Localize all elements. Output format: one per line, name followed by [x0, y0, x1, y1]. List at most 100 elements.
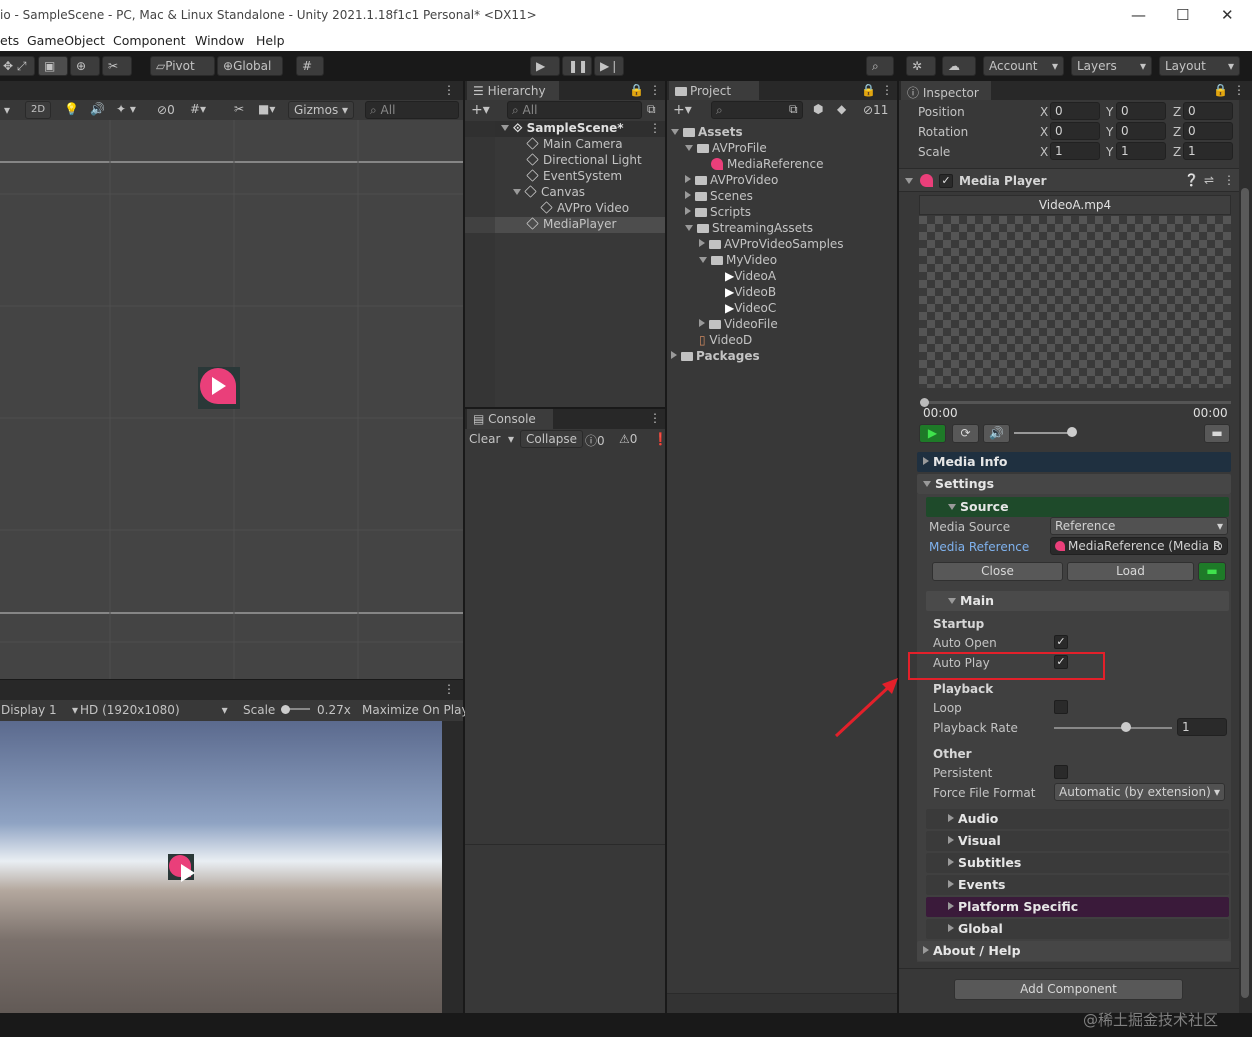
project-item-avprofile[interactable]: AVProFile [685, 141, 767, 155]
search-icon[interactable]: ⌕ [866, 56, 894, 76]
menu-window[interactable]: Window [195, 33, 244, 48]
scene-view[interactable] [0, 120, 463, 679]
lock-icon[interactable]: 🔒 [861, 83, 876, 97]
play-icon[interactable]: ▶ [919, 424, 946, 443]
platform-specific-section[interactable]: Platform Specific [926, 897, 1229, 917]
warning-filter[interactable]: ⚠0 [619, 432, 637, 446]
more-icon[interactable]: ⋮ [443, 682, 455, 696]
play-button[interactable]: ▶ [530, 56, 560, 76]
label-filter-icon[interactable]: ◆ [837, 102, 846, 116]
project-item-scenes[interactable]: Scenes [685, 189, 753, 203]
hierarchy-item-eventsystem[interactable]: EventSystem [526, 169, 622, 183]
game-view[interactable] [0, 721, 442, 1013]
hierarchy-item-directional-light[interactable]: Directional Light [526, 153, 642, 167]
more-icon[interactable]: ⋮ [649, 411, 661, 425]
hidden-packages-icon[interactable]: ⊘11 [863, 103, 888, 117]
menu-gameobject[interactable]: GameObject [27, 33, 105, 48]
menu-component[interactable]: Component [113, 33, 186, 48]
volume-slider[interactable] [1014, 432, 1072, 434]
media-info-section[interactable]: Media Info [917, 452, 1231, 472]
playback-rate-slider[interactable] [1054, 727, 1172, 729]
type-filter-icon[interactable]: ⬢ [813, 102, 823, 116]
persistent-checkbox[interactable] [1054, 765, 1068, 779]
tools-icon[interactable]: ✂ [234, 102, 244, 116]
cloud-icon[interactable]: ☁ [942, 56, 976, 76]
force-file-format-dropdown[interactable]: Automatic (by extension) ▾ [1054, 783, 1225, 801]
settings-section[interactable]: Settings [917, 474, 1231, 494]
tab-project[interactable]: Project [669, 81, 759, 101]
load-button[interactable]: Load [1067, 562, 1194, 581]
loop-icon[interactable]: ⟳ [952, 424, 979, 443]
filter-icon[interactable]: ⧉ [647, 102, 656, 117]
menu-assets[interactable]: ets [0, 33, 19, 48]
step-button[interactable]: ▶❘ [594, 56, 624, 76]
source-section[interactable]: Source [926, 497, 1229, 517]
component-enabled-checkbox[interactable]: ✓ [939, 174, 953, 188]
project-item-myvideo[interactable]: MyVideo [699, 253, 777, 267]
media-reference-field[interactable]: MediaReference (Media R ⊙ [1050, 537, 1228, 555]
hierarchy-item-main-camera[interactable]: Main Camera [526, 137, 623, 151]
volume-slider-thumb[interactable] [1067, 427, 1077, 437]
lighting-icon[interactable]: 💡 [64, 102, 79, 116]
subtitles-section[interactable]: Subtitles [926, 853, 1229, 873]
position-z-field[interactable]: 0 [1183, 102, 1233, 120]
global-section[interactable]: Global [926, 919, 1229, 939]
close-button[interactable]: Close [932, 562, 1063, 581]
playback-rate-thumb[interactable] [1121, 722, 1131, 732]
inspector-scrollbar[interactable] [1239, 100, 1252, 1013]
pivot-toggle[interactable]: ▱Pivot [150, 56, 215, 76]
more-icon[interactable]: ⋮ [881, 83, 893, 97]
collab-icon[interactable]: ✲ [906, 56, 936, 76]
position-y-field[interactable]: 0 [1116, 102, 1166, 120]
resolution-dropdown[interactable]: HD (1920x1080) ▾ [80, 703, 228, 717]
grid-snap-icon[interactable]: # [296, 56, 324, 76]
open-folder-icon[interactable]: ▬ [1204, 424, 1230, 443]
account-dropdown[interactable]: Account ▾ [983, 56, 1064, 76]
project-item-streamingassets[interactable]: StreamingAssets [685, 221, 813, 235]
menu-help[interactable]: Help [256, 33, 285, 48]
object-picker-icon[interactable]: ⊙ [1213, 538, 1223, 554]
timeline-track[interactable] [921, 401, 1231, 404]
move-tool-icon[interactable]: ✥ ⤢ [0, 56, 35, 76]
minimize-button[interactable]: — [1131, 6, 1146, 24]
playback-rate-field[interactable]: 1 [1177, 718, 1227, 736]
volume-icon[interactable]: 🔊 [983, 424, 1010, 443]
scale-z-field[interactable]: 1 [1183, 142, 1233, 160]
scrollbar-thumb[interactable] [1241, 188, 1249, 998]
project-item-packages[interactable]: Packages [671, 349, 760, 363]
layers-dropdown[interactable]: Layers ▾ [1071, 56, 1152, 76]
hierarchy-item-mediaplayer[interactable]: MediaPlayer [465, 217, 665, 233]
project-item-avprovideosamples[interactable]: AVProVideoSamples [699, 237, 844, 251]
draw-mode-dropdown[interactable]: ▾ [4, 103, 10, 117]
audio-section[interactable]: Audio [926, 809, 1229, 829]
rotation-z-field[interactable]: 0 [1183, 122, 1233, 140]
hierarchy-item-canvas[interactable]: Canvas [513, 185, 585, 199]
tab-inspector[interactable]: ⓘ Inspector [901, 81, 991, 101]
rotation-y-field[interactable]: 0 [1116, 122, 1166, 140]
more-icon[interactable]: ⋮ [443, 83, 455, 97]
position-x-field[interactable]: 0 [1050, 102, 1100, 120]
project-item-videoc[interactable]: ▶VideoC [725, 301, 776, 315]
help-icon[interactable]: ❔ [1184, 173, 1199, 187]
add-object-button[interactable]: +▾ [471, 102, 490, 118]
project-item-videob[interactable]: ▶VideoB [725, 285, 776, 299]
search-filter-icon[interactable]: ⧉ [789, 102, 798, 117]
scene-search-input[interactable]: ⌕ All [365, 101, 459, 119]
rect-tool-icon[interactable]: ▣ [38, 56, 68, 76]
effects-icon[interactable]: ✦ ▾ [116, 102, 136, 116]
scene-row[interactable]: ⟐ SampleScene* ⋮ [465, 121, 665, 137]
clear-button[interactable]: Clear ▾ [469, 432, 514, 446]
maximize-on-play-toggle[interactable]: Maximize On Play [362, 703, 469, 717]
project-item-videofile[interactable]: VideoFile [699, 317, 778, 331]
more-icon[interactable]: ⋮ [1223, 173, 1235, 187]
global-toggle[interactable]: ⊕Global [217, 56, 283, 76]
visual-section[interactable]: Visual [926, 831, 1229, 851]
tab-hierarchy[interactable]: ☰ Hierarchy [467, 81, 559, 101]
display-dropdown[interactable]: Display 1 ▾ [1, 703, 78, 717]
camera-icon[interactable]: ■▾ [258, 102, 275, 116]
pause-button[interactable]: ❚❚ [562, 56, 592, 76]
main-section[interactable]: Main [926, 591, 1229, 611]
browse-folder-icon[interactable]: ▬ [1198, 562, 1226, 581]
audio-icon[interactable]: 🔊 [90, 102, 105, 116]
hierarchy-item-avpro-video[interactable]: AVPro Video [540, 201, 629, 215]
